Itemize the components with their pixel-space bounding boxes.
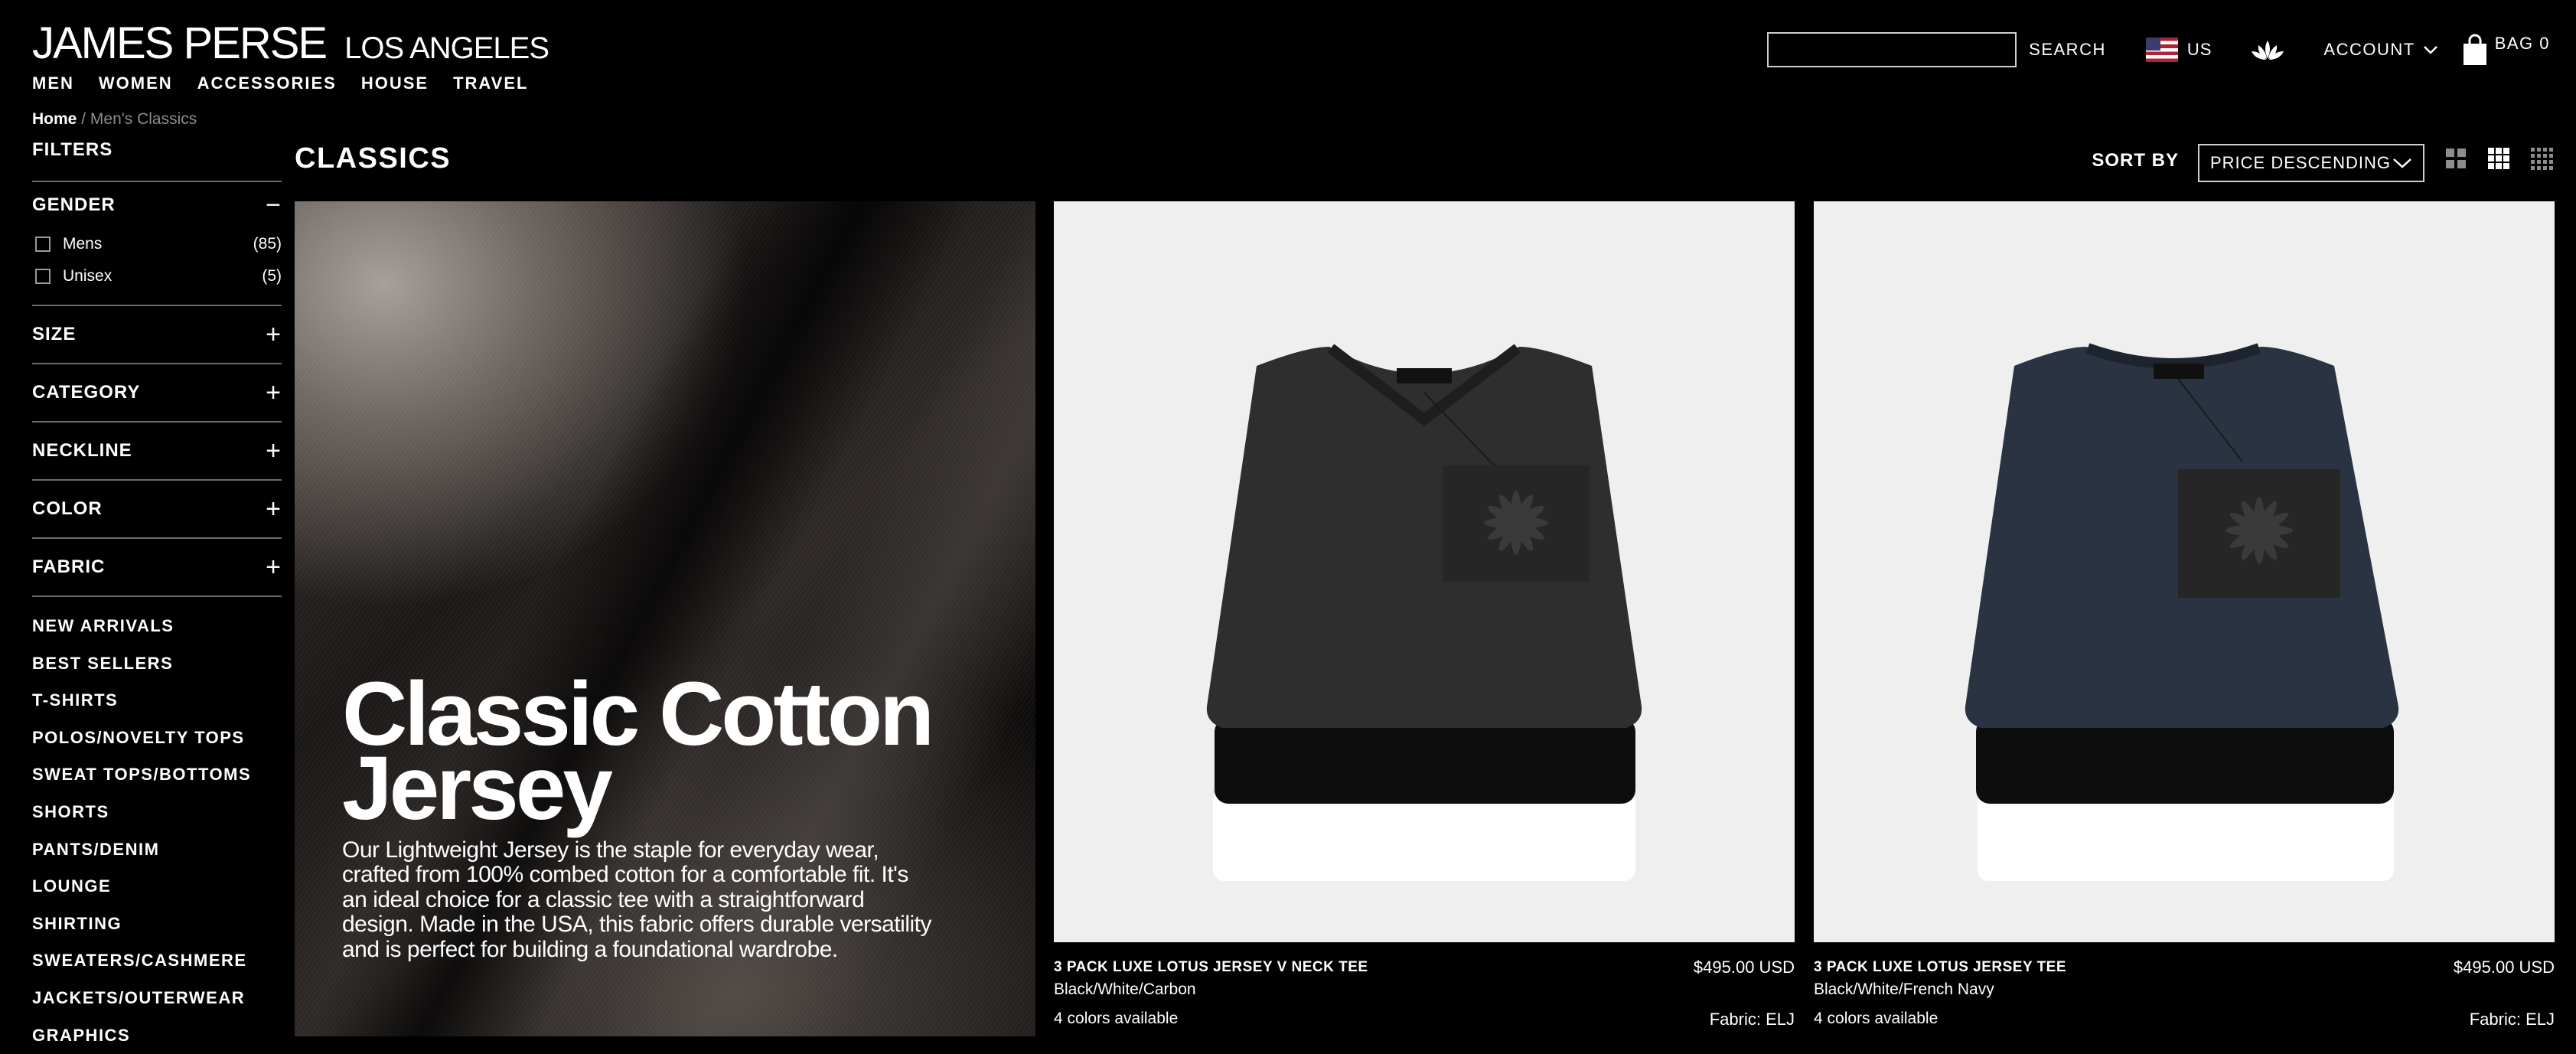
plus-icon[interactable]: + <box>266 321 282 348</box>
category-link-graphics[interactable]: GRAPHICS <box>32 1017 282 1054</box>
category-link-pants-denim[interactable]: PANTS/DENIM <box>32 831 282 869</box>
grid-3-icon[interactable] <box>2487 147 2510 170</box>
facet-label: SIZE <box>32 324 77 344</box>
breadcrumb-current: Men's Classics <box>90 110 197 128</box>
hero-tile: Classic Cotton Jersey Our Lightweight Je… <box>295 201 1035 1036</box>
product-card[interactable]: 3 PACK LUXE LOTUS JERSEY V NECK TEE $495… <box>1054 201 1795 1036</box>
grid-4-icon[interactable] <box>2530 147 2553 170</box>
product-fabric: Fabric: ELJ <box>1709 1010 1795 1029</box>
nav-women[interactable]: WOMEN <box>99 73 173 93</box>
facet-neckline[interactable]: NECKLINE + <box>32 423 282 479</box>
view-toggles <box>2444 147 2553 170</box>
brand-logo[interactable]: JAMES PERSE LOS ANGELES <box>32 21 549 66</box>
category-link-sweaters[interactable]: SWEATERS/CASHMERE <box>32 942 282 980</box>
hero-description: Our Lightweight Jersey is the staple for… <box>342 837 932 962</box>
option-count: (85) <box>253 235 282 253</box>
product-color: Black/White/Carbon <box>1054 981 1196 998</box>
option-label: Unisex <box>63 267 112 285</box>
plus-icon[interactable]: + <box>266 554 282 580</box>
checkbox[interactable] <box>35 269 51 284</box>
option-label: Mens <box>63 235 103 253</box>
account-label: ACCOUNT <box>2323 40 2415 59</box>
account-menu[interactable]: ACCOUNT <box>2323 40 2437 60</box>
brand-name: JAMES PERSE <box>32 18 328 68</box>
us-flag-icon <box>2145 38 2178 62</box>
brand-city: LOS ANGELES <box>344 31 549 65</box>
facet-label: COLOR <box>32 498 103 519</box>
shopping-bag-icon <box>2463 34 2486 65</box>
filter-option-unisex[interactable]: Unisex (5) <box>32 260 282 292</box>
product-price: $495.00 USD <box>2453 958 2555 977</box>
product-image[interactable] <box>1814 201 2555 942</box>
sort-select[interactable]: PRICE DESCENDING <box>2198 144 2424 182</box>
grid-2-icon[interactable] <box>2444 147 2467 170</box>
breadcrumb-separator: / <box>81 110 86 128</box>
facet-gender[interactable]: GENDER − <box>32 182 282 228</box>
product-card[interactable]: 3 PACK LUXE LOTUS JERSEY TEE $495.00 USD… <box>1814 201 2555 1036</box>
product-name[interactable]: 3 PACK LUXE LOTUS JERSEY V NECK TEE <box>1054 959 1368 976</box>
sort-value: PRICE DESCENDING <box>2210 153 2392 172</box>
nav-men[interactable]: MEN <box>32 73 74 93</box>
facet-fabric[interactable]: FABRIC + <box>32 539 282 596</box>
folded-tee-stack-image <box>1206 344 1642 881</box>
facet-label: FABRIC <box>32 556 106 577</box>
search-input[interactable] <box>1767 32 2017 67</box>
plus-icon[interactable]: + <box>266 496 282 522</box>
header-utilities: SEARCH US ACCOUNT BAG 0 <box>1767 31 2550 69</box>
facet-size[interactable]: SIZE + <box>32 306 282 363</box>
product-info: 3 PACK LUXE LOTUS JERSEY TEE $495.00 USD… <box>1814 958 2555 1036</box>
checkbox[interactable] <box>35 237 51 252</box>
nav-house[interactable]: HOUSE <box>361 73 429 93</box>
minus-icon[interactable]: − <box>266 192 282 218</box>
category-link-best-sellers[interactable]: BEST SELLERS <box>32 645 282 683</box>
category-link-jackets[interactable]: JACKETS/OUTERWEAR <box>32 980 282 1017</box>
option-count: (5) <box>262 267 282 285</box>
chevron-down-icon <box>2423 46 2437 54</box>
facet-label: GENDER <box>32 194 116 215</box>
region-label: US <box>2186 40 2212 59</box>
breadcrumb-home[interactable]: Home <box>32 110 77 128</box>
facet-label: NECKLINE <box>32 440 132 461</box>
hero-title: Classic Cotton Jersey <box>342 664 934 839</box>
lotus-icon[interactable] <box>2250 38 2285 61</box>
product-image[interactable] <box>1054 201 1795 942</box>
bag-button[interactable]: BAG 0 <box>2463 34 2550 66</box>
bag-label: BAG 0 <box>2494 34 2550 53</box>
category-link-shorts[interactable]: SHORTS <box>32 794 282 831</box>
category-link-polos[interactable]: POLOS/NOVELTY TOPS <box>32 720 282 757</box>
category-links: NEW ARRIVALS BEST SELLERS T-SHIRTS POLOS… <box>32 597 282 1054</box>
product-fabric: Fabric: ELJ <box>2469 1010 2555 1029</box>
category-link-lounge[interactable]: LOUNGE <box>32 868 282 906</box>
category-link-sweat[interactable]: SWEAT TOPS/BOTTOMS <box>32 756 282 794</box>
filter-option-mens[interactable]: Mens (85) <box>32 228 282 260</box>
category-link-t-shirts[interactable]: T-SHIRTS <box>32 682 282 720</box>
search-button[interactable]: SEARCH <box>2029 40 2106 60</box>
gender-options: Mens (85) Unisex (5) <box>32 228 282 305</box>
filter-sidebar: FILTERS GENDER − Mens (85) Unisex (5) SI… <box>32 139 282 1054</box>
folded-tee-stack-image <box>1965 343 2399 881</box>
category-link-new-arrivals[interactable]: NEW ARRIVALS <box>32 608 282 645</box>
product-price: $495.00 USD <box>1693 958 1795 977</box>
product-availability: 4 colors available <box>1054 1010 1179 1027</box>
product-name[interactable]: 3 PACK LUXE LOTUS JERSEY TEE <box>1814 959 2066 976</box>
plus-icon[interactable]: + <box>266 438 282 464</box>
breadcrumb: Home / Men's Classics <box>32 110 197 129</box>
sort-by-label: SORT BY <box>2092 150 2179 171</box>
plus-icon[interactable]: + <box>266 380 282 406</box>
filters-title: FILTERS <box>32 139 113 160</box>
main-nav: MEN WOMEN ACCESSORIES HOUSE TRAVEL <box>32 73 528 93</box>
facet-color[interactable]: COLOR + <box>32 481 282 537</box>
nav-accessories[interactable]: ACCESSORIES <box>197 73 337 93</box>
product-info: 3 PACK LUXE LOTUS JERSEY V NECK TEE $495… <box>1054 958 1795 1036</box>
nav-travel[interactable]: TRAVEL <box>453 73 528 93</box>
product-availability: 4 colors available <box>1814 1010 1939 1027</box>
facet-category[interactable]: CATEGORY + <box>32 364 282 421</box>
product-color: Black/White/French Navy <box>1814 981 1994 998</box>
page-title: CLASSICS <box>295 142 452 175</box>
region-selector[interactable]: US <box>2145 38 2212 62</box>
chevron-down-icon <box>2393 158 2411 168</box>
facet-label: CATEGORY <box>32 382 141 403</box>
category-link-shirting[interactable]: SHIRTING <box>32 906 282 943</box>
